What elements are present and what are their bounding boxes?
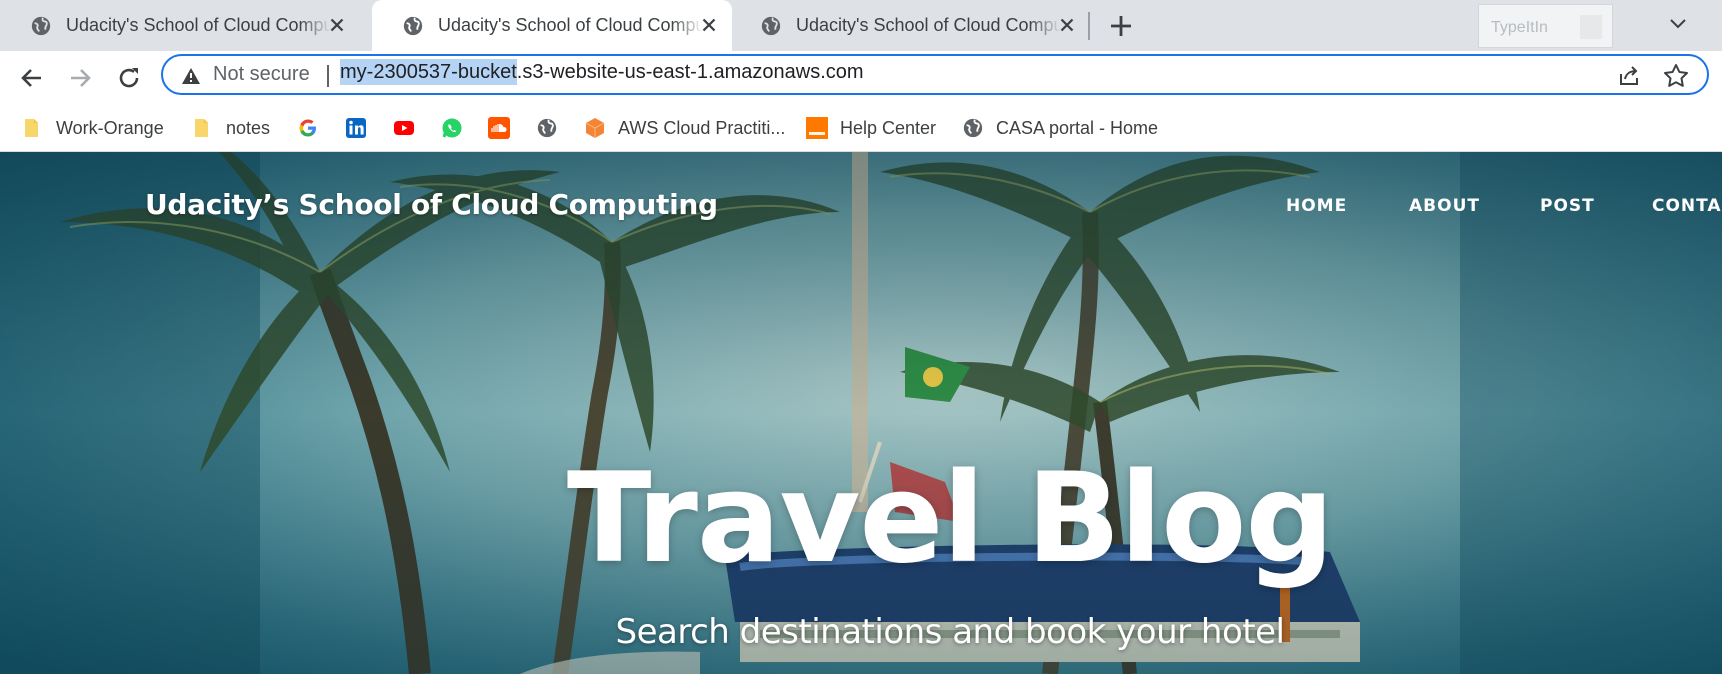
google-icon[interactable]	[297, 117, 319, 139]
whatsapp-icon[interactable]	[441, 117, 463, 139]
warning-triangle-icon[interactable]	[181, 66, 201, 86]
folder-icon	[25, 119, 38, 137]
browser-toolbar: Not secure my-2300537-bucket.s3-website-…	[0, 51, 1722, 104]
url-text[interactable]: my-2300537-bucket.s3-website-us-east-1.a…	[340, 59, 864, 85]
orange-icon	[806, 117, 828, 139]
share-icon[interactable]	[1617, 64, 1641, 88]
back-arrow-icon[interactable]	[18, 64, 46, 92]
globe-icon	[761, 16, 781, 35]
address-bar[interactable]: Not secure my-2300537-bucket.s3-website-…	[161, 54, 1709, 95]
nav-post-link[interactable]: POST	[1540, 196, 1595, 216]
typeitin-extension[interactable]: TypeItIn	[1478, 4, 1613, 48]
linkedin-icon[interactable]	[345, 117, 367, 139]
bookmark-work-orange[interactable]: Work-Orange	[22, 115, 164, 141]
url-selected-part: my-2300537-bucket	[340, 59, 517, 85]
bookmarks-bar: Work-Orange notes AWS Cloud Practiti... …	[0, 104, 1722, 152]
bookmark-casa-portal[interactable]: CASA portal - Home	[962, 115, 1158, 141]
nav-contact-link[interactable]: CONTA	[1652, 196, 1722, 216]
hero-subtitle: Search destinations and book your hotel	[615, 612, 1285, 652]
bookmark-label: notes	[226, 117, 271, 138]
globe-icon	[963, 118, 983, 138]
reload-icon[interactable]	[115, 64, 143, 92]
new-tab-plus-icon[interactable]	[1105, 10, 1137, 42]
globe-icon	[403, 16, 423, 35]
close-icon[interactable]	[1056, 14, 1078, 36]
bookmark-label: AWS Cloud Practiti...	[618, 117, 786, 138]
tab-title: Udacity's School of Cloud Computing	[438, 15, 703, 35]
tab-strip: Udacity's School of Cloud Computing Udac…	[0, 0, 1722, 51]
url-remaining-part: .s3-website-us-east-1.amazonaws.com	[516, 61, 864, 83]
site-brand[interactable]: Udacity’s School of Cloud Computing	[145, 188, 718, 221]
bookmark-label: CASA portal - Home	[996, 117, 1159, 138]
bookmark-star-icon[interactable]	[1663, 63, 1689, 89]
tab-separator	[1088, 12, 1090, 40]
folder-icon	[195, 119, 208, 137]
youtube-icon[interactable]	[393, 117, 415, 139]
browser-tab-2[interactable]: Udacity's School of Cloud Computing	[372, 0, 732, 51]
hero-title: Travel Blog	[566, 447, 1334, 591]
nav-about-link[interactable]: ABOUT	[1409, 196, 1480, 216]
not-secure-label[interactable]: Not secure	[213, 63, 310, 86]
aws-box-icon	[585, 118, 605, 138]
globe-icon	[31, 16, 51, 35]
palm-beach-background-image	[0, 152, 1722, 674]
chevron-down-icon[interactable]	[1666, 12, 1690, 36]
bookmark-aws-cloud-practitioner[interactable]: AWS Cloud Practiti...	[584, 115, 785, 141]
forward-arrow-icon[interactable]	[66, 64, 94, 92]
soundcloud-icon[interactable]	[488, 117, 510, 139]
bookmark-help-center[interactable]: Help Center	[806, 115, 936, 141]
bookmark-label: Help Center	[840, 117, 937, 138]
tab-title: Udacity's School of Cloud Computing	[66, 15, 331, 35]
nav-home-link[interactable]: HOME	[1286, 196, 1347, 216]
tab-title: Udacity's School of Cloud Computing	[796, 15, 1061, 35]
hero-banner: Udacity’s School of Cloud Computing HOME…	[0, 152, 1722, 674]
omnibox-divider	[327, 65, 329, 87]
extension-label: TypeItIn	[1491, 19, 1548, 36]
bookmark-notes[interactable]: notes	[192, 115, 270, 141]
close-icon[interactable]	[326, 14, 348, 36]
browser-tab-3[interactable]: Udacity's School of Cloud Computing	[730, 0, 1090, 51]
extension-square	[1580, 15, 1602, 39]
globe-icon[interactable]	[536, 117, 558, 139]
bookmark-label: Work-Orange	[56, 117, 164, 138]
browser-tab-1[interactable]: Udacity's School of Cloud Computing	[0, 0, 360, 51]
close-icon[interactable]	[698, 14, 720, 36]
